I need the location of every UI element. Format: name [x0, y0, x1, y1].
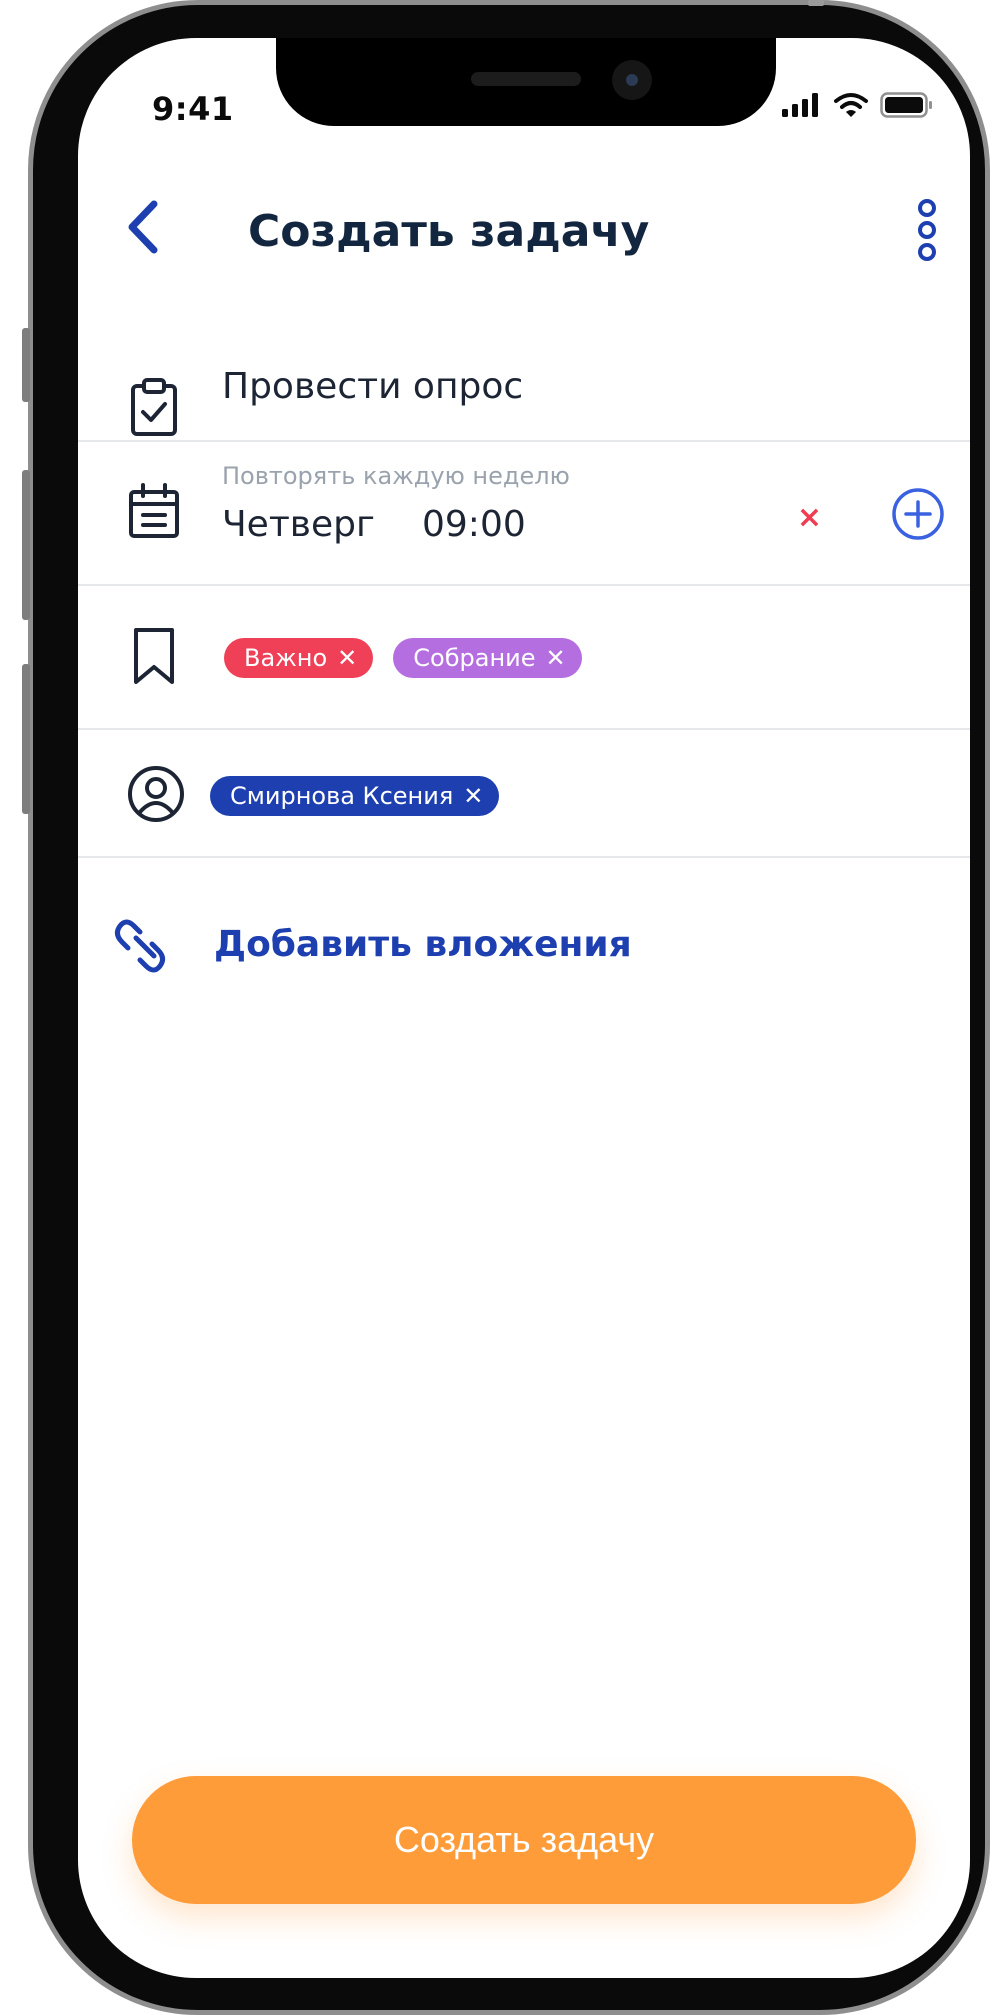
bookmark-icon [126, 626, 182, 686]
battery-icon [880, 92, 932, 118]
user-circle-icon [126, 764, 184, 824]
status-time: 9:41 [152, 90, 234, 128]
remove-tag-icon[interactable]: ✕ [337, 644, 357, 672]
tags-row: Важно ✕ Собрание ✕ [78, 586, 970, 728]
plus-circle-icon [892, 488, 944, 540]
side-button [808, 0, 824, 6]
calendar-icon [126, 482, 182, 542]
chevron-left-icon [128, 200, 158, 254]
tag-list: Важно ✕ Собрание ✕ [224, 638, 582, 678]
remove-assignee-icon[interactable]: ✕ [463, 782, 483, 810]
tag-chip[interactable]: Собрание ✕ [393, 638, 582, 678]
front-camera [612, 60, 652, 100]
schedule-time[interactable]: 09:00 [422, 504, 526, 545]
volume-up-button [22, 470, 30, 620]
assignee-row: Смирнова Ксения ✕ [78, 730, 970, 858]
assignee-list: Смирнова Ксения ✕ [210, 776, 500, 816]
tag-label: Собрание [413, 644, 536, 672]
more-vertical-icon [918, 199, 936, 261]
tag-chip[interactable]: Важно ✕ [224, 638, 374, 678]
schedule-day[interactable]: Четверг [222, 504, 375, 545]
divider [78, 856, 970, 858]
app-screen: 9:41 Создать задачу Провести опрос Повто… [78, 38, 970, 1978]
tag-label: Важно [244, 644, 328, 672]
add-schedule-button[interactable] [890, 486, 946, 542]
wifi-icon [834, 93, 868, 117]
notch [276, 38, 776, 126]
repeat-label: Повторять каждую неделю [222, 462, 570, 490]
add-attachments-button[interactable]: Добавить вложения [78, 898, 970, 998]
clipboard-check-icon [126, 378, 182, 438]
remove-tag-icon[interactable]: ✕ [546, 644, 566, 672]
mute-switch [22, 328, 30, 402]
assignee-chip[interactable]: Смирнова Ксения ✕ [210, 776, 500, 816]
header: Создать задачу [78, 188, 970, 278]
status-icons [782, 92, 934, 118]
schedule-row[interactable]: Повторять каждую неделю Четверг 09:00 × [78, 442, 970, 584]
page-title: Создать задачу [248, 206, 650, 257]
volume-down-button [22, 664, 30, 814]
speaker-grille [471, 72, 581, 86]
link-icon [114, 914, 170, 974]
more-options-button[interactable] [912, 198, 942, 262]
remove-schedule-button[interactable]: × [797, 500, 822, 535]
assignee-label: Смирнова Ксения [230, 782, 454, 810]
add-attachments-label: Добавить вложения [214, 924, 632, 965]
back-button[interactable] [116, 194, 172, 260]
task-name-field[interactable]: Провести опрос [222, 366, 523, 407]
create-task-button[interactable]: Создать задачу [132, 1776, 916, 1904]
cellular-signal-icon [782, 93, 818, 117]
